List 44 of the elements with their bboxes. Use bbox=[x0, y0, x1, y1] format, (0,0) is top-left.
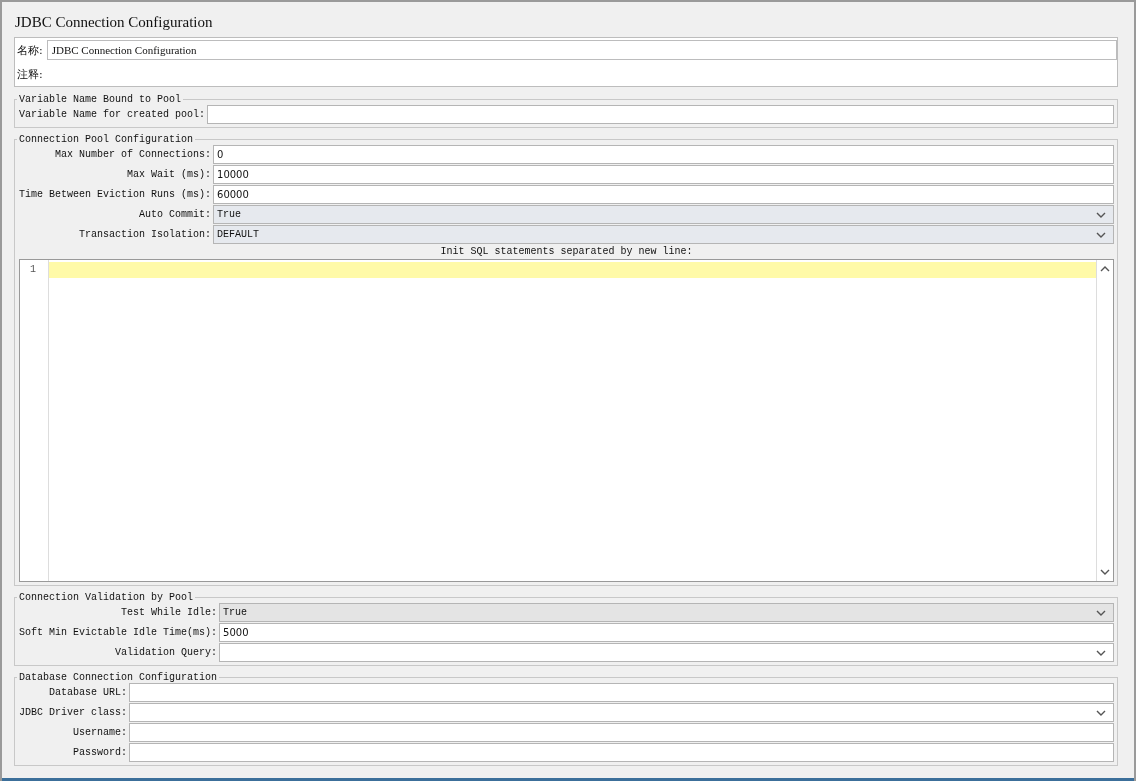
dropdown[interactable]: True bbox=[213, 205, 1114, 224]
editor-label: Init SQL statements separated by new line: bbox=[439, 246, 694, 257]
field-label: Auto Commit: bbox=[138, 209, 213, 220]
panel-title: JDBC Connection Configuration bbox=[14, 13, 214, 32]
input-field[interactable]: 5000 bbox=[219, 623, 1114, 642]
dropdown[interactable]: DEFAULT bbox=[213, 225, 1114, 244]
input-field[interactable] bbox=[129, 683, 1114, 702]
field-label: Max Number of Connections: bbox=[54, 149, 213, 160]
group-title: Connection Validation by Pool bbox=[18, 592, 195, 603]
field-label: 名称: bbox=[16, 42, 44, 59]
input-field[interactable]: 0 bbox=[213, 145, 1114, 164]
dropdown[interactable] bbox=[129, 703, 1114, 722]
line-number: 1 bbox=[29, 263, 37, 277]
field-label: Variable Name for created pool: bbox=[19, 109, 207, 120]
field-label: Transaction Isolation: bbox=[78, 229, 213, 240]
input-field[interactable] bbox=[207, 105, 1114, 124]
chevron-icon bbox=[1100, 569, 1110, 575]
chevron-icon bbox=[1096, 211, 1106, 218]
field-label: Time Between Eviction Runs (ms): bbox=[19, 189, 213, 200]
field-label: Max Wait (ms): bbox=[126, 169, 213, 180]
chevron-icon bbox=[1096, 649, 1106, 656]
group-title: Variable Name Bound to Pool bbox=[18, 94, 183, 105]
chevron-icon bbox=[1100, 266, 1110, 272]
input-field[interactable]: 60000 bbox=[213, 185, 1114, 204]
chevron-icon bbox=[1096, 231, 1106, 238]
field-label: Test While Idle: bbox=[120, 607, 219, 618]
field-label: Soft Min Evictable Idle Time(ms): bbox=[19, 627, 219, 638]
code-editor[interactable]: 1 bbox=[19, 259, 1114, 582]
chevron-icon bbox=[1096, 609, 1106, 616]
group-title: Database Connection Configuration bbox=[18, 672, 219, 683]
field-label: Database URL: bbox=[48, 687, 129, 698]
field-label: JDBC Driver class: bbox=[19, 707, 129, 718]
chevron-icon bbox=[1096, 709, 1106, 716]
group-title: Connection Pool Configuration bbox=[18, 134, 195, 145]
input-field[interactable] bbox=[129, 723, 1114, 742]
input-field[interactable] bbox=[129, 743, 1114, 762]
field-label: Username: bbox=[72, 727, 129, 738]
dropdown[interactable] bbox=[219, 643, 1114, 662]
field-label: Validation Query: bbox=[114, 647, 219, 658]
input-field[interactable]: JDBC Connection Configuration bbox=[46, 40, 1117, 60]
field-label: 注释: bbox=[16, 66, 44, 83]
field-label: Password: bbox=[72, 747, 129, 758]
input-field[interactable]: 10000 bbox=[213, 165, 1114, 184]
dropdown[interactable]: True bbox=[219, 603, 1114, 622]
